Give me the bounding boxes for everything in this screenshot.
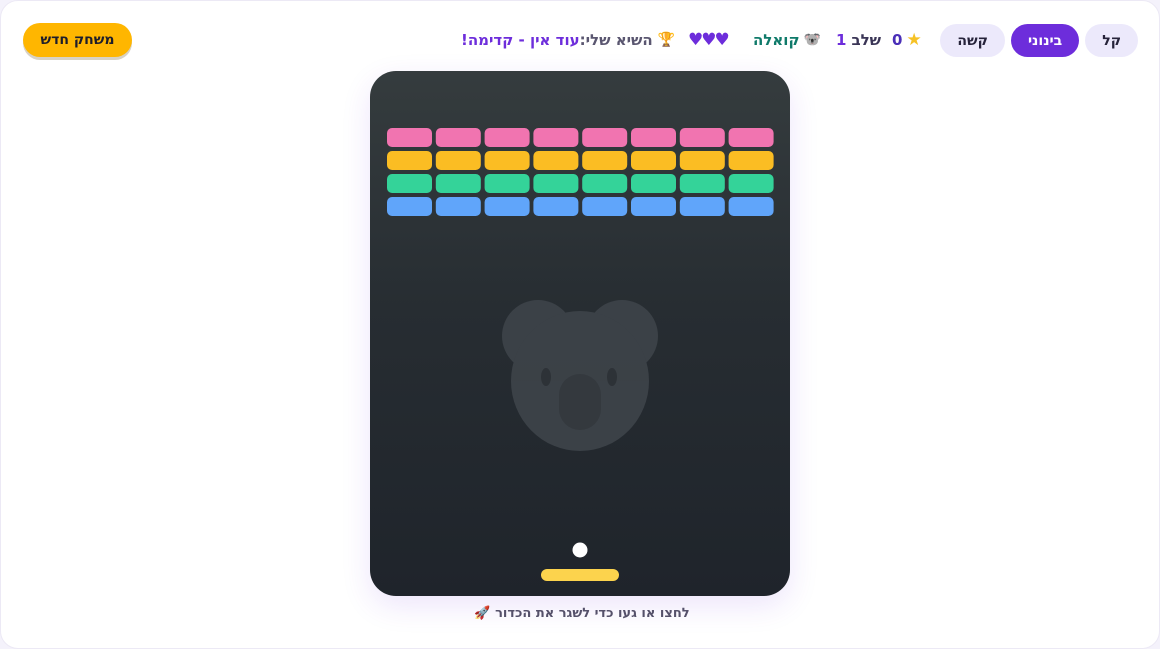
difficulty-selector: קל בינוני קשה <box>940 24 1138 57</box>
brick <box>435 197 481 216</box>
brick <box>533 151 579 170</box>
new-game-button[interactable]: משחק חדש <box>23 23 132 57</box>
koala-icon: 🐨 <box>803 32 821 48</box>
rocket-icon: 🚀 <box>474 606 491 621</box>
brick <box>484 197 530 216</box>
brick <box>484 174 530 193</box>
brick <box>679 197 725 216</box>
top-bar: משחק חדש 🏆 השיא שלי: עוד אין - קדימה! ♥♥… <box>0 0 1160 80</box>
brick <box>679 174 725 193</box>
difficulty-medium-button[interactable]: בינוני <box>1010 24 1080 57</box>
brick <box>435 174 481 193</box>
level-indicator: שלב 1 <box>836 29 881 51</box>
brick <box>728 197 774 216</box>
brick <box>679 128 725 147</box>
brick <box>631 197 676 216</box>
star-icon: ★ <box>906 30 922 50</box>
brick <box>582 174 628 193</box>
brick <box>631 151 676 170</box>
difficulty-hard-button[interactable]: קשה <box>940 24 1005 57</box>
animal-name: קואלה <box>753 31 800 49</box>
brick <box>387 128 432 147</box>
ball <box>572 542 588 558</box>
level-value: 1 <box>836 31 847 49</box>
lives-display: ♥♥♥ <box>688 29 730 51</box>
brick <box>582 197 628 216</box>
lives-hearts-icon: ♥♥♥ <box>688 30 730 50</box>
difficulty-easy-button[interactable]: קל <box>1085 24 1138 57</box>
brick <box>582 151 628 170</box>
paddle[interactable] <box>541 569 619 581</box>
brick <box>435 128 481 147</box>
brick <box>533 197 579 216</box>
brick <box>484 151 530 170</box>
game-board[interactable] <box>370 71 790 596</box>
brick <box>582 128 628 147</box>
record-label: השיא שלי: <box>579 31 653 49</box>
launch-hint: לחצו או געו כדי לשגר את הכדור 🚀 <box>0 606 1160 621</box>
brick <box>533 128 579 147</box>
brick <box>435 151 481 170</box>
brick <box>631 174 676 193</box>
brick <box>631 128 676 147</box>
brick <box>728 128 774 147</box>
brick <box>387 174 432 193</box>
brick <box>679 151 725 170</box>
record-value: עוד אין - קדימה! <box>461 31 580 49</box>
trophy-icon: 🏆 <box>657 32 676 48</box>
brick <box>728 151 774 170</box>
brick <box>728 174 774 193</box>
level-label: שלב <box>851 31 882 49</box>
star-count: 0 <box>892 31 903 49</box>
brick <box>533 174 579 193</box>
hint-text: לחצו או געו כדי לשגר את הכדור <box>495 606 690 621</box>
brick <box>484 128 530 147</box>
current-animal: 🐨 קואלה <box>753 29 821 51</box>
brick-field <box>387 128 774 216</box>
brick <box>387 197 432 216</box>
high-score: 🏆 השיא שלי: עוד אין - קדימה! <box>457 29 675 51</box>
star-score: ★ 0 <box>892 29 922 51</box>
brick <box>387 151 432 170</box>
